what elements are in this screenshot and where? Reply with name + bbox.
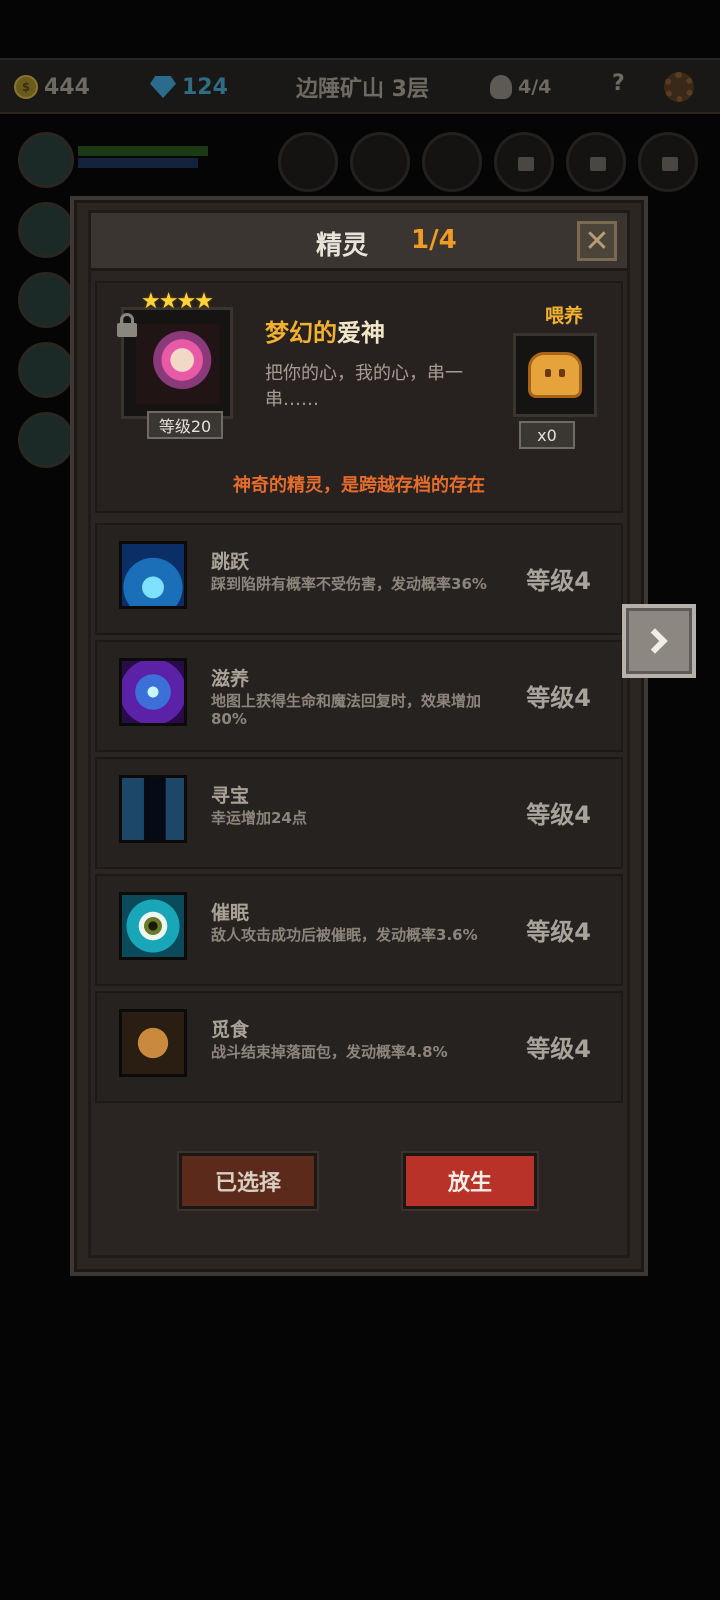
skill-row: 觅食 战斗结束掉落面包，发动概率4.8% 等级4 xyxy=(95,991,623,1103)
feed-button[interactable] xyxy=(513,333,597,417)
skill-level: 等级4 xyxy=(526,801,591,829)
locked-slot xyxy=(494,132,554,192)
skill-description: 地图上获得生命和魔法回复时，效果增加80% xyxy=(211,692,482,728)
skull-value: 4/4 xyxy=(518,76,552,98)
sprite-name-prefix: 梦幻的 xyxy=(265,319,337,347)
chevron-right-icon xyxy=(642,628,668,654)
sprite-name-suffix: 爱神 xyxy=(337,319,385,347)
gem-value: 124 xyxy=(182,74,228,100)
skill-name: 跳跃 xyxy=(211,551,250,573)
lock-icon xyxy=(590,157,606,171)
equipment-slot xyxy=(278,132,338,192)
sprite-note: 神奇的精灵，是跨越存档的存在 xyxy=(233,475,485,496)
bread-icon xyxy=(528,352,582,398)
diamond-icon xyxy=(150,76,176,98)
dialog-body: 精灵 1/4 ✕ ★★★★ 等级20 梦幻的爱神 把你的心，我的心，串一串…… … xyxy=(88,210,630,1258)
sprite-dialog: 精灵 1/4 ✕ ★★★★ 等级20 梦幻的爱神 把你的心，我的心，串一串…… … xyxy=(70,196,648,1276)
party-portrait xyxy=(18,412,74,468)
sprite-level-badge: 等级20 xyxy=(147,411,223,439)
skill-description: 幸运增加24点 xyxy=(211,809,307,827)
sprite-page-count: 1/4 xyxy=(411,225,457,255)
hypnosis-icon xyxy=(119,892,187,960)
skill-name: 滋养 xyxy=(211,668,250,690)
dialog-title: 精灵 xyxy=(316,231,369,261)
next-sprite-button[interactable] xyxy=(622,604,696,678)
equipment-slot xyxy=(350,132,410,192)
lock-icon xyxy=(518,157,534,171)
hero-portrait xyxy=(18,132,74,188)
close-icon: ✕ xyxy=(584,223,610,259)
feed-label: 喂养 xyxy=(544,305,583,327)
skill-level: 等级4 xyxy=(526,684,591,712)
treasure-icon xyxy=(119,775,187,843)
forage-icon xyxy=(119,1009,187,1077)
party-portrait xyxy=(18,202,74,258)
skill-description: 敌人攻击成功后被催眠，发动概率3.6% xyxy=(211,926,478,944)
locked-slot xyxy=(638,132,698,192)
equipment-slot xyxy=(422,132,482,192)
star-rating: ★★★★ xyxy=(141,289,214,314)
release-button[interactable]: 放生 xyxy=(403,1153,537,1209)
gem-counter: 124 xyxy=(150,70,228,104)
skill-level: 等级4 xyxy=(526,918,591,946)
coin-icon: $ xyxy=(14,75,38,99)
gear-icon xyxy=(664,72,694,102)
skull-counter: 4/4 xyxy=(490,70,551,104)
skill-description: 战斗结束掉落面包，发动概率4.8% xyxy=(211,1043,448,1061)
settings-button[interactable] xyxy=(664,70,694,104)
sprite-info-panel: ★★★★ 等级20 梦幻的爱神 把你的心，我的心，串一串…… 喂养 x0 神奇的… xyxy=(95,281,623,513)
skill-name: 觅食 xyxy=(211,1019,250,1041)
party-portrait xyxy=(18,342,74,398)
nourish-icon xyxy=(119,658,187,726)
sprite-name: 梦幻的爱神 xyxy=(265,313,385,348)
locked-slot xyxy=(566,132,626,192)
location-title: 边陲矿山 3层 xyxy=(296,77,429,102)
party-portrait xyxy=(18,272,74,328)
top-hud: $ 444 124 边陲矿山 3层 4/4 ? xyxy=(0,58,720,114)
sprite-portrait[interactable] xyxy=(121,307,233,419)
lock-icon[interactable] xyxy=(117,313,137,337)
skill-row: 催眠 敌人攻击成功后被催眠，发动概率3.6% 等级4 xyxy=(95,874,623,986)
bread-count: x0 xyxy=(519,421,575,449)
skill-level: 等级4 xyxy=(526,1035,591,1063)
skill-description: 踩到陷阱有概率不受伤害，发动概率36% xyxy=(211,575,487,593)
sprite-description: 把你的心，我的心，串一串…… xyxy=(265,363,463,410)
skill-name: 催眠 xyxy=(211,902,250,924)
gold-value: 444 xyxy=(44,74,90,100)
help-button[interactable]: ? xyxy=(612,66,625,100)
gold-counter: $ 444 xyxy=(14,70,90,104)
skill-row: 跳跃 踩到陷阱有概率不受伤害，发动概率36% 等级4 xyxy=(95,523,623,635)
lock-icon xyxy=(662,157,678,171)
hp-bar xyxy=(78,146,208,156)
close-button[interactable]: ✕ xyxy=(577,221,617,261)
skill-level: 等级4 xyxy=(526,567,591,595)
selected-button[interactable]: 已选择 xyxy=(179,1153,317,1209)
skill-row: 滋养 地图上获得生命和魔法回复时，效果增加80% 等级4 xyxy=(95,640,623,752)
dialog-title-bar: 精灵 1/4 ✕ xyxy=(91,213,627,271)
skill-name: 寻宝 xyxy=(211,785,250,807)
mp-bar xyxy=(78,158,198,168)
jump-icon xyxy=(119,541,187,609)
skill-row: 寻宝 幸运增加24点 等级4 xyxy=(95,757,623,869)
skull-icon xyxy=(490,75,512,99)
cupid-sprite-image xyxy=(136,324,220,404)
